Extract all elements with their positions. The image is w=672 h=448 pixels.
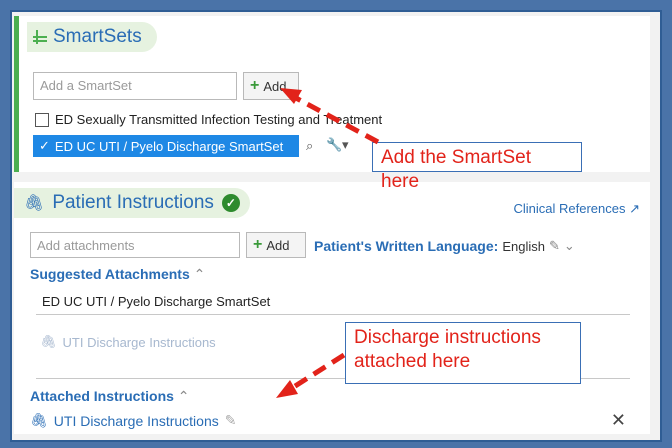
- smartsets-title: SmartSets: [53, 26, 142, 47]
- written-language-value: English: [502, 238, 545, 254]
- add-label: Add: [266, 237, 290, 253]
- callout-discharge-line2: attached here: [354, 351, 471, 372]
- checkbox[interactable]: [35, 112, 49, 127]
- attached-header-label: Attached Instructions: [30, 388, 174, 404]
- smartset-option-label: ED Sexually Transmitted Infection Testin…: [55, 112, 383, 127]
- written-language: Patient's Written Language: English ✎ ⌄: [314, 238, 575, 254]
- external-link-icon: ↗: [629, 201, 640, 216]
- selected-smartset-label: ED UC UTI / Pyelo Discharge SmartSet: [54, 138, 284, 154]
- add-attachment-button[interactable]: + Add: [246, 232, 306, 258]
- suggested-item[interactable]: 🖇 UTI Discharge Instructions: [40, 334, 216, 350]
- chevron-double-up-icon: ⌃: [177, 388, 190, 404]
- suggested-header-label: Suggested Attachments: [30, 266, 190, 282]
- chevron-double-up-icon: ⌃: [193, 266, 206, 282]
- chevron-down-icon[interactable]: ▾: [342, 137, 349, 153]
- clinical-references-label: Clinical References: [513, 201, 626, 216]
- smartset-search-input[interactable]: Add a SmartSet: [33, 72, 237, 100]
- attachment-search-input[interactable]: Add attachments: [30, 232, 240, 258]
- patient-instructions-header: 🖇 Patient Instructions ✓: [14, 188, 250, 218]
- suggested-item-label: UTI Discharge Instructions: [62, 334, 216, 350]
- wrench-icon[interactable]: 🔧: [326, 137, 342, 153]
- plus-icon: +: [253, 236, 263, 253]
- callout-discharge: Discharge instructions attached here: [345, 322, 581, 384]
- selected-smartset[interactable]: ✓ ED UC UTI / Pyelo Discharge SmartSet: [33, 135, 299, 157]
- remove-attachment-icon[interactable]: ✕: [611, 410, 626, 431]
- add-smartset-button[interactable]: + Add: [243, 72, 299, 100]
- list-icon: [33, 30, 47, 44]
- chevron-double-down-icon[interactable]: ⌄: [564, 238, 575, 254]
- patient-instructions-title: Patient Instructions: [52, 192, 214, 213]
- written-language-label: Patient's Written Language:: [314, 238, 499, 254]
- paperclip-icon: 🖇: [40, 334, 57, 349]
- attached-item[interactable]: 🖇 UTI Discharge Instructions ✎: [30, 412, 236, 429]
- paperclip-icon: 🖇: [30, 412, 48, 428]
- suggested-group-label: ED UC UTI / Pyelo Discharge SmartSet: [42, 294, 271, 309]
- callout-discharge-line1: Discharge instructions: [354, 327, 541, 348]
- plus-icon: +: [250, 77, 260, 94]
- divider: [36, 314, 630, 315]
- pencil-icon[interactable]: ✎: [225, 412, 237, 429]
- suggested-attachments-header[interactable]: Suggested Attachments ⌃: [30, 266, 205, 283]
- callout-add-smartset: Add the SmartSet here: [372, 142, 582, 192]
- paperclip-icon: 🖇: [24, 195, 45, 212]
- attached-item-label: UTI Discharge Instructions: [53, 412, 219, 429]
- patient-instructions-panel: 🖇 Patient Instructions ✓ Clinical Refere…: [14, 182, 650, 434]
- checkmark-icon: ✓: [39, 138, 50, 153]
- attached-instructions-header[interactable]: Attached Instructions ⌃: [30, 388, 190, 405]
- clinical-references-link[interactable]: Clinical References ↗: [513, 201, 640, 217]
- check-circle-icon: ✓: [221, 194, 240, 212]
- smartsets-header: SmartSets: [27, 22, 157, 52]
- smartset-option[interactable]: ED Sexually Transmitted Infection Testin…: [35, 112, 382, 127]
- search-icon[interactable]: ⌕: [306, 138, 313, 154]
- pencil-icon[interactable]: ✎: [549, 238, 560, 254]
- add-label: Add: [263, 78, 287, 94]
